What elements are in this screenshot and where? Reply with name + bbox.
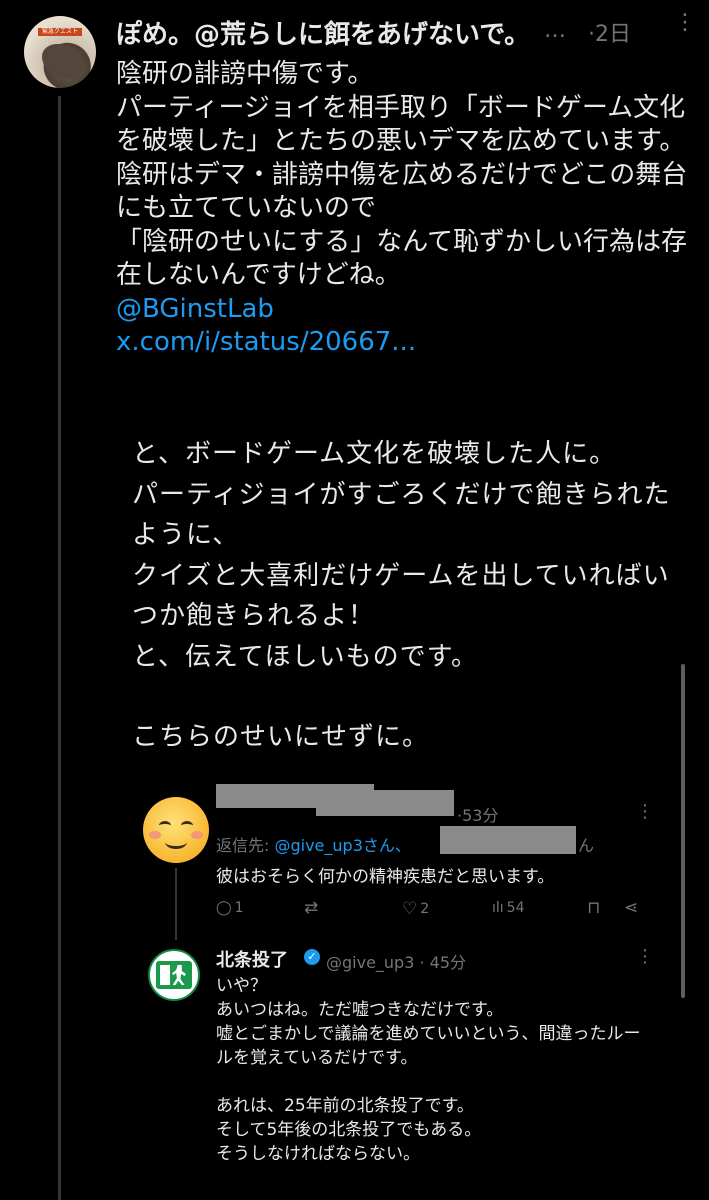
share-icon: ⋖ [624,898,639,918]
avatar-creature [42,44,82,78]
mouth [165,835,187,849]
reply-to-label: 返信先: [216,836,275,855]
reply-thread-line [175,868,177,940]
quoted-text: と、ボードゲーム文化を破壊した人に。 パーティジョイがすごろくだけで飽きられたよ… [132,434,692,758]
quoted-line [132,677,692,717]
author-avatar[interactable]: 緊急クエスト [24,16,96,88]
reply-to-suffix[interactable]: ん [578,832,594,856]
share-action[interactable]: ⋖ [624,898,638,918]
post-line: 「陰研のせいにする」なんて恥ずかしい行為は存在しないんですけどね。 [116,226,687,291]
reply-time[interactable]: ·53分 [457,802,498,826]
post-line: 陰研はデマ・誹謗中傷を広めるだけでどこの舞台にも立てていないので [116,159,688,224]
quoted-line: こちらのせいにせずに。 [132,722,430,752]
views-count: 54 [506,900,525,916]
cheek [191,831,203,839]
heart-icon: ♡ [402,899,418,919]
redacted-handle [316,790,454,816]
post-line: パーティージョイを相手取り「ボードゲーム文化を破壊した」とたちの悪いデマを広めて… [116,92,686,157]
views-action[interactable]: ılı 54 [492,900,525,916]
thread-line [58,96,61,1200]
reply2-line: そうしなければならない。 [216,1144,420,1164]
name-truncation: … [544,18,568,43]
reply2-line: あれは、25年前の北条投了です。 [216,1096,474,1116]
reply-text: 彼はおそらく何かの精神疾患だと思います。 [216,867,555,887]
redacted-reply-to [440,826,576,854]
reply2-line [216,1070,656,1094]
reply2-line: いや？ [216,976,267,996]
reply-to-line: 返信先: @give_up3さん、 [216,832,411,856]
reply-to-handle[interactable]: @give_up3さん、 [274,836,410,855]
reply-action[interactable]: ◯ 1 [216,900,244,916]
quoted-line: パーティジョイがすごろくだけで飽きられたように、 [132,479,671,551]
reply-author-handle-time[interactable]: @give_up3 · 45分 [326,949,466,973]
eye [159,821,171,830]
reply-count: 1 [234,900,244,916]
reply2-body: いや？ あいつはね。ただ嘘つきなだけです。 嘘とごまかしで議論を進めていいという… [216,974,656,1166]
bookmark-icon: ⊓ [587,898,601,918]
cheek [149,831,161,839]
views-icon: ılı [492,900,504,916]
bookmark-action[interactable]: ⊓ [587,898,600,918]
exit-sign-avatar[interactable] [148,949,200,1001]
reply2-line: 嘘とごまかしで議論を進めていいという、間違ったルールを覚えているだけです。 [216,1024,641,1068]
quoted-line: と、ボードゲーム文化を破壊した人に。 [132,439,617,469]
like-action[interactable]: ♡ 2 [402,899,429,919]
quoted-line: クイズと大喜利だけゲームを出していればいつか飽きられるよ！ [132,560,670,632]
avatar-banner: 緊急クエスト [38,28,82,36]
reply2-line: あいつはね。ただ嘘つきなだけです。 [216,1000,504,1020]
quoted-line: と、伝えてほしいものです。 [132,641,479,672]
post-line: 陰研の誹謗中傷です。 [116,59,374,89]
exit-door [160,965,170,985]
reply-menu-icon[interactable]: ⋮ [636,801,654,822]
smiley-avatar[interactable] [143,797,209,863]
scrollbar[interactable] [681,664,685,998]
post-timestamp[interactable]: ·2日 [588,16,631,48]
eye [181,821,193,830]
post-menu-icon[interactable]: ⋮ [674,10,696,35]
reply-author-name[interactable]: 北条投了 [216,946,288,972]
author-display-name[interactable]: ぽめ。@荒らしに餌をあげないで。 [116,14,530,51]
retweet-icon: ⇄ [304,898,319,918]
reply2-menu-icon[interactable]: ⋮ [636,946,654,967]
like-count: 2 [420,901,430,917]
comment-icon: ◯ [216,900,232,916]
quoted-status-link[interactable]: x.com/i/status/20667... [116,327,416,357]
verified-badge-icon: ✓ [304,949,320,965]
reply2-line: そして5年後の北条投了でもある。 [216,1120,482,1140]
post-body: 陰研の誹謗中傷です。 パーティージョイを相手取り「ボードゲーム文化を破壊した」と… [116,58,696,360]
mention-link[interactable]: @BGinstLab [116,294,274,324]
retweet-action[interactable]: ⇄ [304,898,318,918]
